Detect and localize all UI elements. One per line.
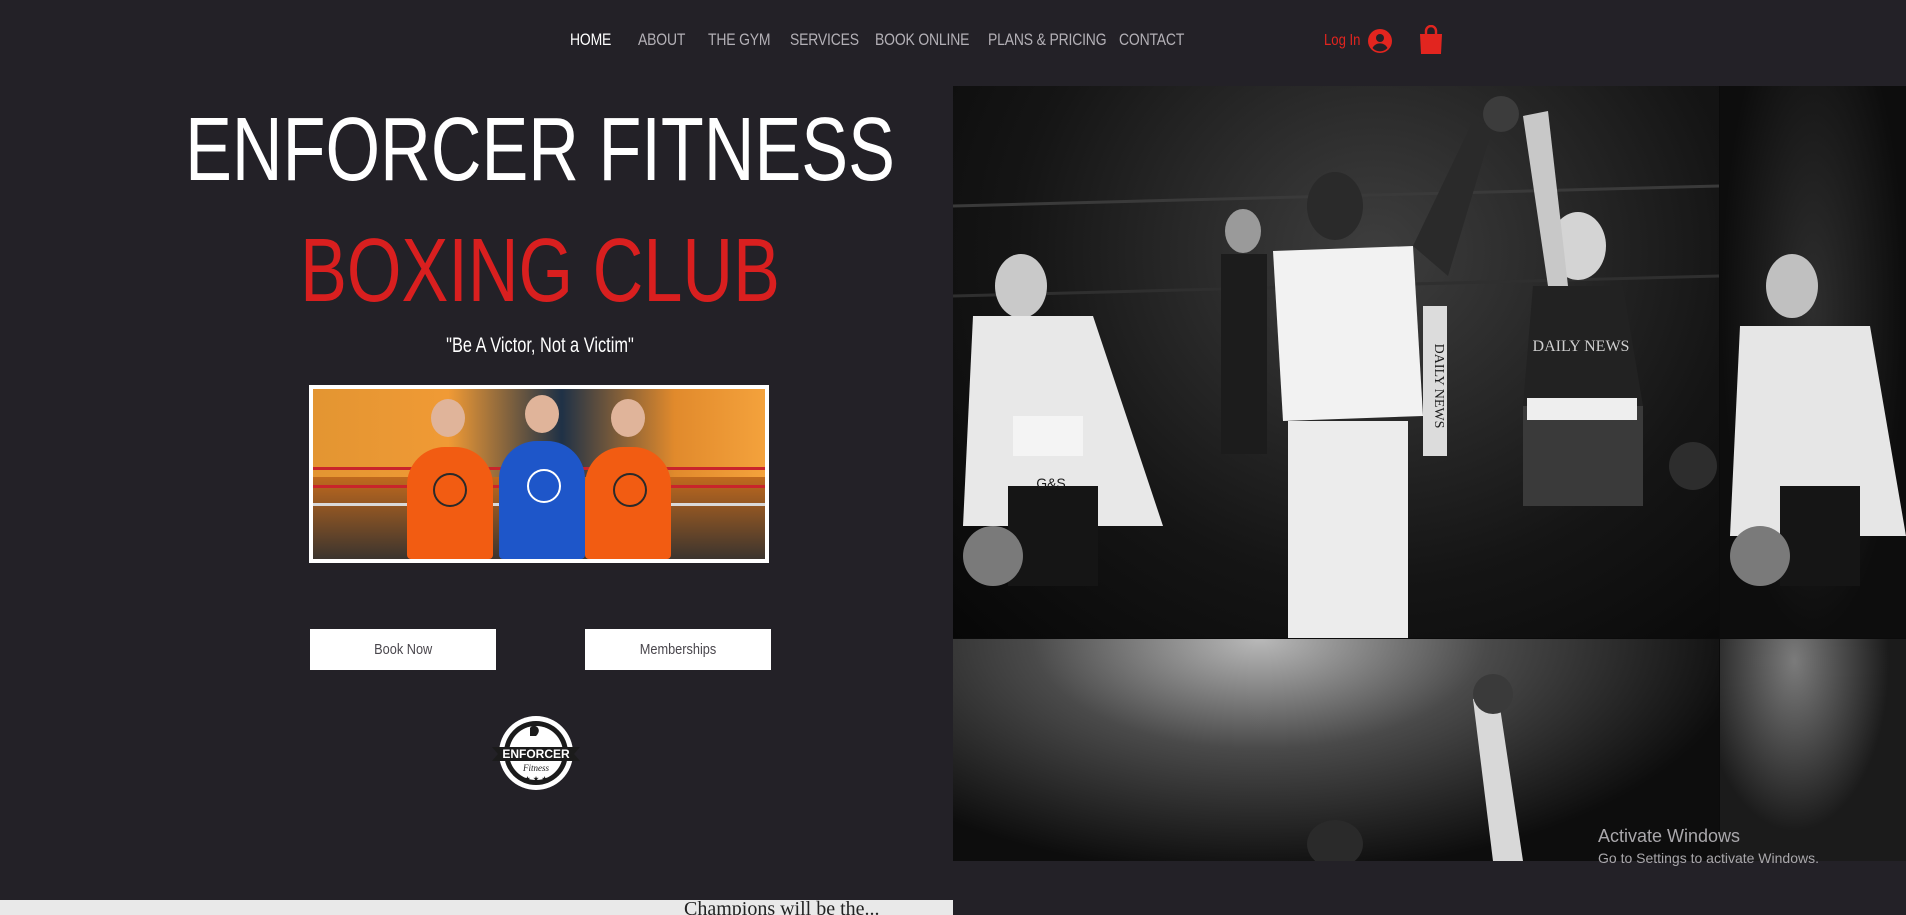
boxing-photo-collage: DAILY NEWS DAILY NEWS G&S <box>953 86 1906 861</box>
nav-item-services[interactable]: SERVICES <box>790 30 859 50</box>
nav-item-contact[interactable]: CONTACT <box>1119 30 1184 50</box>
login-link[interactable]: Log In <box>1324 32 1360 50</box>
shopping-bag-icon[interactable] <box>1418 25 1444 55</box>
team-photo <box>309 385 769 563</box>
book-now-button[interactable]: Book Now <box>310 629 496 670</box>
page-title: ENFORCER FITNESS <box>185 100 895 200</box>
boxing-photo-side <box>1720 86 1906 638</box>
newspaper-text: Champions will be the... <box>684 900 880 915</box>
hoodie-logo <box>433 473 467 507</box>
nav-item-about[interactable]: ABOUT <box>638 30 685 50</box>
boxing-scene-side <box>1730 254 1906 586</box>
nav-item-plans-pricing[interactable]: PLANS & PRICING <box>988 30 1107 50</box>
boxing-victory-photo: DAILY NEWS DAILY NEWS G&S <box>953 86 1719 638</box>
account-icon[interactable] <box>1368 29 1392 53</box>
memberships-button[interactable]: Memberships <box>585 629 771 670</box>
person-head <box>431 399 465 437</box>
badge-text: ENFORCER <box>502 747 570 761</box>
nav-item-the-gym[interactable]: THE GYM <box>708 30 771 50</box>
trunks-text: DAILY NEWS <box>1533 338 1630 355</box>
badge-script-text: Fitness <box>522 763 549 773</box>
boxing-scene: DAILY NEWS DAILY NEWS G&S <box>953 96 1719 638</box>
boxing-photo-bottom-side <box>1720 639 1906 861</box>
activate-windows-subtitle: Go to Settings to activate Windows. <box>1598 850 1819 866</box>
nav-item-home[interactable]: HOME <box>570 30 611 50</box>
hoodie-logo <box>527 469 561 503</box>
activate-windows-title: Activate Windows <box>1598 826 1741 846</box>
hoodie-logo <box>613 473 647 507</box>
nav-item-book-online[interactable]: BOOK ONLINE <box>875 30 969 50</box>
svg-text:★ ★ ★: ★ ★ ★ <box>524 775 547 783</box>
person-head <box>525 395 559 433</box>
banner-text: DAILY NEWS <box>1431 344 1446 429</box>
page-subtitle: BOXING CLUB <box>300 221 780 321</box>
newspaper-strip: Champions will be the... <box>0 900 953 915</box>
person-head <box>611 399 645 437</box>
tagline: "Be A Victor, Not a Victim" <box>446 334 634 357</box>
shorts-text: G&S <box>1036 475 1066 491</box>
enforcer-logo-badge: ENFORCER Fitness ★ ★ ★ <box>492 716 580 790</box>
